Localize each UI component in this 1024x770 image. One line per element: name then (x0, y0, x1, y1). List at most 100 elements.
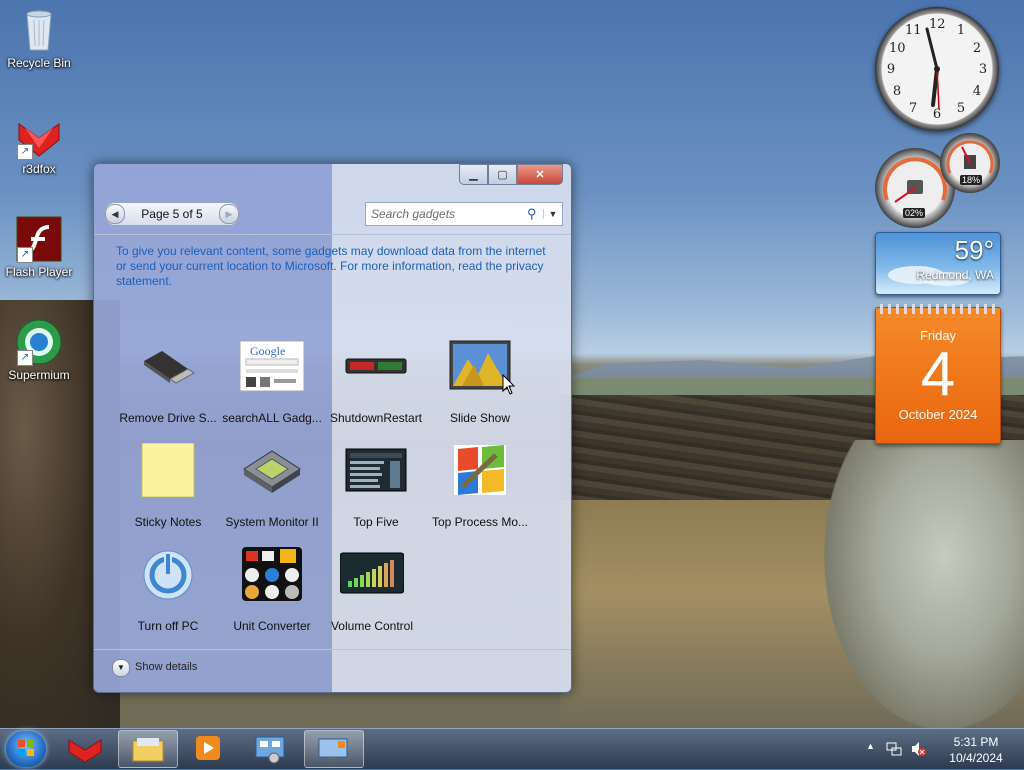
page-indicator: Page 5 of 5 (141, 207, 203, 221)
sticky-note-icon (136, 442, 200, 498)
divider (94, 234, 571, 235)
privacy-notice-link[interactable]: To give you relevant content, some gadge… (116, 244, 546, 289)
desktop-icon-flash-player[interactable]: ↗ Flash Player (0, 215, 78, 279)
gadget-system-monitor[interactable]: System Monitor II (222, 443, 322, 529)
desktop-icon-label: Recycle Bin (7, 56, 71, 70)
shortcut-arrow-icon: ↗ (17, 144, 33, 160)
calendar-month: October 2024 (898, 407, 978, 422)
cpu-percent: 02% (903, 208, 926, 218)
desktop-icon-label: r3dfox (22, 162, 56, 176)
network-icon[interactable] (886, 741, 902, 757)
details-bar: ▼ Show details (94, 649, 571, 692)
gadgets-icon (318, 738, 348, 761)
taskbar-gadgets[interactable] (304, 730, 364, 768)
clock-tray[interactable]: 5:31 PM 10/4/2024 (946, 734, 1006, 766)
next-page-button[interactable]: ▶ (219, 204, 239, 224)
chip-icon (240, 443, 304, 497)
gadget-top-process[interactable]: Top Process Mo... (430, 443, 530, 529)
clock-hands (925, 27, 940, 110)
gadget-label: System Monitor II (225, 515, 319, 529)
r3dfox-icon (68, 739, 102, 763)
taskbar-file-explorer[interactable] (118, 730, 178, 768)
media-player-icon (196, 736, 220, 760)
gadget-top-five[interactable]: Top Five (326, 443, 426, 529)
gadget-searchall[interactable]: Google searchALL Gadg... (222, 339, 322, 425)
taskbar-media-player[interactable] (180, 730, 238, 766)
gadget-label: Turn off PC (137, 619, 199, 633)
supermium-icon: ↗ (15, 318, 63, 366)
arrow-right-icon: ▶ (225, 208, 233, 219)
memory-percent: 18% (960, 175, 983, 185)
gadget-label: Volume Control (330, 619, 414, 633)
tray-time: 5:31 PM (953, 735, 999, 749)
gadget-label: Top Five (353, 515, 399, 529)
top-five-icon (344, 443, 408, 497)
r3dfox-icon: ↗ (15, 112, 63, 160)
search-gadgets-box[interactable]: Search gadgets ⚲ ▼ (365, 202, 563, 226)
weather-temperature: 59° (954, 235, 994, 265)
desktop-wallpaper-brush (824, 440, 1024, 730)
taskbar: ▲ 5:31 PM 10/4/2024 (0, 728, 1024, 769)
control-panel-icon (255, 736, 285, 764)
search-icon[interactable]: ⚲ (527, 206, 543, 222)
gadget-label: Top Process Mo... (431, 515, 529, 529)
shortcut-arrow-icon: ↗ (17, 247, 33, 263)
google-search-icon: Google (239, 339, 305, 393)
system-tray: ▲ 5:31 PM 10/4/2024 (866, 729, 1016, 769)
calendar-rings (880, 304, 996, 314)
gadget-label: Remove Drive S... (119, 411, 217, 425)
volume-muted-icon[interactable] (910, 741, 926, 757)
gadget-volume-control[interactable]: Volume Control (322, 547, 422, 633)
gadget-label: Sticky Notes (134, 515, 202, 529)
volume-control-icon (339, 547, 405, 601)
arrow-left-icon: ◀ (111, 208, 119, 219)
close-icon: ✕ (535, 169, 545, 181)
taskbar-r3dfox[interactable] (56, 730, 114, 766)
desktop-icon-recycle-bin[interactable]: Recycle Bin (0, 6, 78, 70)
gadget-shutdown-restart[interactable]: ShutdownRestart (326, 339, 426, 425)
gadget-gallery-window[interactable]: ▁ ▢ ✕ ◀ Page 5 of 5 ▶ Search gadgets ⚲ ▼… (93, 163, 572, 693)
desktop-icon-label: Supermium (8, 368, 70, 382)
recycle-bin-icon (15, 6, 63, 54)
desktop-icon-r3dfox[interactable]: ↗ r3dfox (0, 112, 78, 176)
calendar-gadget[interactable]: Friday 4 October 2024 (875, 304, 1001, 444)
memory-meter-gadget[interactable]: 18% (940, 133, 1000, 193)
close-button[interactable]: ✕ (517, 164, 563, 185)
window-controls: ▁ ▢ ✕ (459, 164, 563, 185)
usb-drive-icon (136, 339, 200, 393)
minimize-icon: ▁ (469, 169, 478, 181)
unit-converter-icon (240, 547, 304, 601)
gadget-remove-drive[interactable]: Remove Drive S... (118, 339, 218, 425)
gadget-sticky-notes[interactable]: Sticky Notes (118, 442, 218, 529)
desktop-icon-supermium[interactable]: ↗ Supermium (0, 318, 78, 382)
flash-player-icon: ↗ (15, 215, 63, 263)
gadget-label: searchALL Gadg... (222, 411, 322, 425)
weather-gadget[interactable]: 59° Redmond, WA (875, 232, 1001, 295)
previous-page-button[interactable]: ◀ (105, 204, 125, 224)
gadget-label: ShutdownRestart (329, 411, 423, 425)
start-button[interactable] (6, 731, 46, 767)
top-process-icon (448, 443, 512, 497)
search-input[interactable]: Search gadgets (366, 207, 527, 221)
page-navigator: ◀ Page 5 of 5 ▶ (104, 202, 240, 226)
power-icon (136, 547, 200, 601)
search-dropdown-button[interactable]: ▼ (543, 209, 562, 219)
show-hidden-icons-button[interactable]: ▲ (866, 741, 875, 751)
mouse-cursor-icon (502, 374, 516, 395)
taskbar-control-panel[interactable] (242, 730, 300, 766)
shutdown-restart-icon (344, 339, 408, 393)
shortcut-arrow-icon: ↗ (17, 350, 33, 366)
gadget-unit-converter[interactable]: Unit Converter (222, 547, 322, 633)
clock-gadget[interactable]: 12 1 2 3 4 5 6 7 8 9 10 11 (875, 7, 999, 131)
minimize-button[interactable]: ▁ (459, 164, 488, 185)
gadget-label: Unit Converter (233, 619, 311, 633)
weather-location: Redmond, WA (916, 268, 994, 282)
show-details-label[interactable]: Show details (135, 661, 197, 673)
chevron-down-icon: ▼ (117, 663, 125, 672)
gadget-turn-off-pc[interactable]: Turn off PC (118, 547, 218, 633)
show-details-button[interactable]: ▼ (112, 659, 130, 677)
folder-icon (132, 738, 164, 762)
desktop-icon-label: Flash Player (5, 265, 73, 279)
maximize-button[interactable]: ▢ (488, 164, 517, 185)
tray-date: 10/4/2024 (949, 751, 1003, 765)
